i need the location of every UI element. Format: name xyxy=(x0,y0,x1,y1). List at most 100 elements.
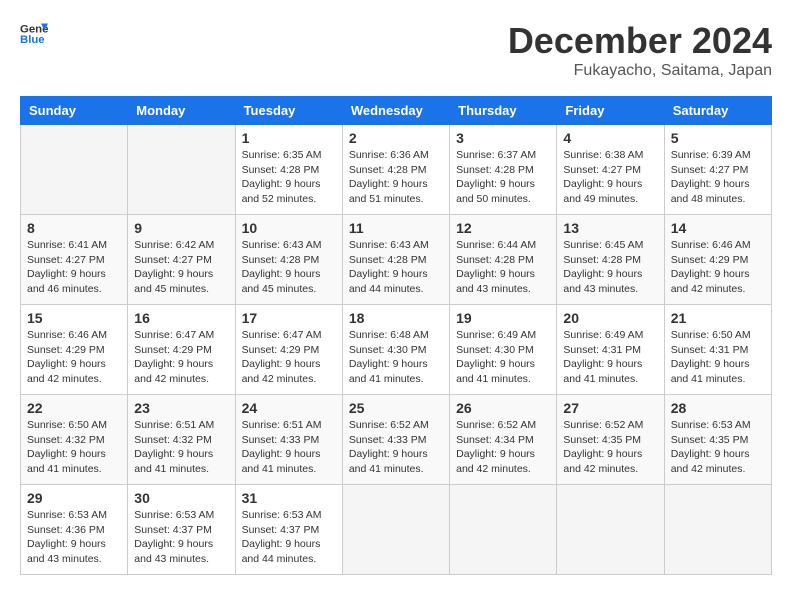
weekday-header-cell: Sunday xyxy=(21,97,128,125)
calendar-day-cell xyxy=(557,485,664,575)
calendar-day-cell xyxy=(342,485,449,575)
day-number: 14 xyxy=(671,220,765,236)
weekday-header-cell: Thursday xyxy=(450,97,557,125)
calendar-day-cell: 5 Sunrise: 6:39 AMSunset: 4:27 PMDayligh… xyxy=(664,125,771,215)
calendar-day-cell: 30 Sunrise: 6:53 AMSunset: 4:37 PMDaylig… xyxy=(128,485,235,575)
day-info: Sunrise: 6:38 AMSunset: 4:27 PMDaylight:… xyxy=(563,148,657,207)
calendar-day-cell: 9 Sunrise: 6:42 AMSunset: 4:27 PMDayligh… xyxy=(128,215,235,305)
day-number: 5 xyxy=(671,130,765,146)
day-number: 17 xyxy=(242,310,336,326)
day-number: 23 xyxy=(134,400,228,416)
day-number: 26 xyxy=(456,400,550,416)
day-number: 9 xyxy=(134,220,228,236)
calendar-week-row: 1 Sunrise: 6:35 AMSunset: 4:28 PMDayligh… xyxy=(21,125,772,215)
day-number: 1 xyxy=(242,130,336,146)
weekday-header-cell: Monday xyxy=(128,97,235,125)
day-info: Sunrise: 6:52 AMSunset: 4:33 PMDaylight:… xyxy=(349,418,443,477)
day-number: 21 xyxy=(671,310,765,326)
day-info: Sunrise: 6:41 AMSunset: 4:27 PMDaylight:… xyxy=(27,238,121,297)
calendar-day-cell: 8 Sunrise: 6:41 AMSunset: 4:27 PMDayligh… xyxy=(21,215,128,305)
calendar-day-cell: 1 Sunrise: 6:35 AMSunset: 4:28 PMDayligh… xyxy=(235,125,342,215)
month-title: December 2024 xyxy=(508,20,772,62)
day-info: Sunrise: 6:53 AMSunset: 4:37 PMDaylight:… xyxy=(242,508,336,567)
calendar-week-row: 8 Sunrise: 6:41 AMSunset: 4:27 PMDayligh… xyxy=(21,215,772,305)
day-number: 25 xyxy=(349,400,443,416)
day-info: Sunrise: 6:45 AMSunset: 4:28 PMDaylight:… xyxy=(563,238,657,297)
day-number: 27 xyxy=(563,400,657,416)
day-info: Sunrise: 6:39 AMSunset: 4:27 PMDaylight:… xyxy=(671,148,765,207)
page-header: General Blue December 2024 Fukayacho, Sa… xyxy=(20,20,772,80)
calendar-day-cell: 15 Sunrise: 6:46 AMSunset: 4:29 PMDaylig… xyxy=(21,305,128,395)
day-number: 28 xyxy=(671,400,765,416)
logo-icon: General Blue xyxy=(20,20,48,48)
calendar-week-row: 29 Sunrise: 6:53 AMSunset: 4:36 PMDaylig… xyxy=(21,485,772,575)
day-number: 11 xyxy=(349,220,443,236)
calendar-day-cell: 26 Sunrise: 6:52 AMSunset: 4:34 PMDaylig… xyxy=(450,395,557,485)
day-number: 20 xyxy=(563,310,657,326)
day-info: Sunrise: 6:53 AMSunset: 4:36 PMDaylight:… xyxy=(27,508,121,567)
day-info: Sunrise: 6:53 AMSunset: 4:37 PMDaylight:… xyxy=(134,508,228,567)
day-info: Sunrise: 6:50 AMSunset: 4:32 PMDaylight:… xyxy=(27,418,121,477)
day-info: Sunrise: 6:36 AMSunset: 4:28 PMDaylight:… xyxy=(349,148,443,207)
day-info: Sunrise: 6:43 AMSunset: 4:28 PMDaylight:… xyxy=(242,238,336,297)
day-info: Sunrise: 6:49 AMSunset: 4:31 PMDaylight:… xyxy=(563,328,657,387)
day-number: 31 xyxy=(242,490,336,506)
calendar-day-cell: 20 Sunrise: 6:49 AMSunset: 4:31 PMDaylig… xyxy=(557,305,664,395)
weekday-header-cell: Tuesday xyxy=(235,97,342,125)
calendar-day-cell: 10 Sunrise: 6:43 AMSunset: 4:28 PMDaylig… xyxy=(235,215,342,305)
calendar-day-cell: 24 Sunrise: 6:51 AMSunset: 4:33 PMDaylig… xyxy=(235,395,342,485)
calendar-day-cell: 25 Sunrise: 6:52 AMSunset: 4:33 PMDaylig… xyxy=(342,395,449,485)
day-number: 15 xyxy=(27,310,121,326)
calendar-day-cell: 18 Sunrise: 6:48 AMSunset: 4:30 PMDaylig… xyxy=(342,305,449,395)
day-info: Sunrise: 6:47 AMSunset: 4:29 PMDaylight:… xyxy=(134,328,228,387)
calendar-day-cell: 21 Sunrise: 6:50 AMSunset: 4:31 PMDaylig… xyxy=(664,305,771,395)
calendar-day-cell: 2 Sunrise: 6:36 AMSunset: 4:28 PMDayligh… xyxy=(342,125,449,215)
title-area: December 2024 Fukayacho, Saitama, Japan xyxy=(508,20,772,80)
day-info: Sunrise: 6:35 AMSunset: 4:28 PMDaylight:… xyxy=(242,148,336,207)
day-info: Sunrise: 6:49 AMSunset: 4:30 PMDaylight:… xyxy=(456,328,550,387)
day-number: 29 xyxy=(27,490,121,506)
calendar-day-cell: 14 Sunrise: 6:46 AMSunset: 4:29 PMDaylig… xyxy=(664,215,771,305)
day-number: 19 xyxy=(456,310,550,326)
calendar-table: SundayMondayTuesdayWednesdayThursdayFrid… xyxy=(20,96,772,575)
day-info: Sunrise: 6:52 AMSunset: 4:35 PMDaylight:… xyxy=(563,418,657,477)
day-info: Sunrise: 6:52 AMSunset: 4:34 PMDaylight:… xyxy=(456,418,550,477)
calendar-week-row: 15 Sunrise: 6:46 AMSunset: 4:29 PMDaylig… xyxy=(21,305,772,395)
calendar-day-cell: 17 Sunrise: 6:47 AMSunset: 4:29 PMDaylig… xyxy=(235,305,342,395)
calendar-day-cell: 28 Sunrise: 6:53 AMSunset: 4:35 PMDaylig… xyxy=(664,395,771,485)
day-info: Sunrise: 6:46 AMSunset: 4:29 PMDaylight:… xyxy=(671,238,765,297)
day-info: Sunrise: 6:53 AMSunset: 4:35 PMDaylight:… xyxy=(671,418,765,477)
day-number: 4 xyxy=(563,130,657,146)
day-number: 10 xyxy=(242,220,336,236)
day-info: Sunrise: 6:51 AMSunset: 4:33 PMDaylight:… xyxy=(242,418,336,477)
day-info: Sunrise: 6:43 AMSunset: 4:28 PMDaylight:… xyxy=(349,238,443,297)
calendar-day-cell: 31 Sunrise: 6:53 AMSunset: 4:37 PMDaylig… xyxy=(235,485,342,575)
calendar-day-cell: 29 Sunrise: 6:53 AMSunset: 4:36 PMDaylig… xyxy=(21,485,128,575)
calendar-day-cell: 16 Sunrise: 6:47 AMSunset: 4:29 PMDaylig… xyxy=(128,305,235,395)
day-number: 30 xyxy=(134,490,228,506)
location-title: Fukayacho, Saitama, Japan xyxy=(508,62,772,80)
calendar-day-cell xyxy=(664,485,771,575)
day-info: Sunrise: 6:37 AMSunset: 4:28 PMDaylight:… xyxy=(456,148,550,207)
calendar-day-cell: 13 Sunrise: 6:45 AMSunset: 4:28 PMDaylig… xyxy=(557,215,664,305)
day-info: Sunrise: 6:48 AMSunset: 4:30 PMDaylight:… xyxy=(349,328,443,387)
day-info: Sunrise: 6:44 AMSunset: 4:28 PMDaylight:… xyxy=(456,238,550,297)
weekday-header-cell: Saturday xyxy=(664,97,771,125)
day-number: 22 xyxy=(27,400,121,416)
day-info: Sunrise: 6:47 AMSunset: 4:29 PMDaylight:… xyxy=(242,328,336,387)
day-info: Sunrise: 6:46 AMSunset: 4:29 PMDaylight:… xyxy=(27,328,121,387)
day-number: 16 xyxy=(134,310,228,326)
day-info: Sunrise: 6:42 AMSunset: 4:27 PMDaylight:… xyxy=(134,238,228,297)
calendar-day-cell: 27 Sunrise: 6:52 AMSunset: 4:35 PMDaylig… xyxy=(557,395,664,485)
calendar-day-cell xyxy=(21,125,128,215)
calendar-day-cell: 4 Sunrise: 6:38 AMSunset: 4:27 PMDayligh… xyxy=(557,125,664,215)
day-number: 12 xyxy=(456,220,550,236)
calendar-day-cell: 12 Sunrise: 6:44 AMSunset: 4:28 PMDaylig… xyxy=(450,215,557,305)
calendar-day-cell: 19 Sunrise: 6:49 AMSunset: 4:30 PMDaylig… xyxy=(450,305,557,395)
day-info: Sunrise: 6:51 AMSunset: 4:32 PMDaylight:… xyxy=(134,418,228,477)
day-number: 8 xyxy=(27,220,121,236)
weekday-header-cell: Friday xyxy=(557,97,664,125)
day-number: 18 xyxy=(349,310,443,326)
svg-text:Blue: Blue xyxy=(20,34,45,46)
calendar-day-cell: 23 Sunrise: 6:51 AMSunset: 4:32 PMDaylig… xyxy=(128,395,235,485)
